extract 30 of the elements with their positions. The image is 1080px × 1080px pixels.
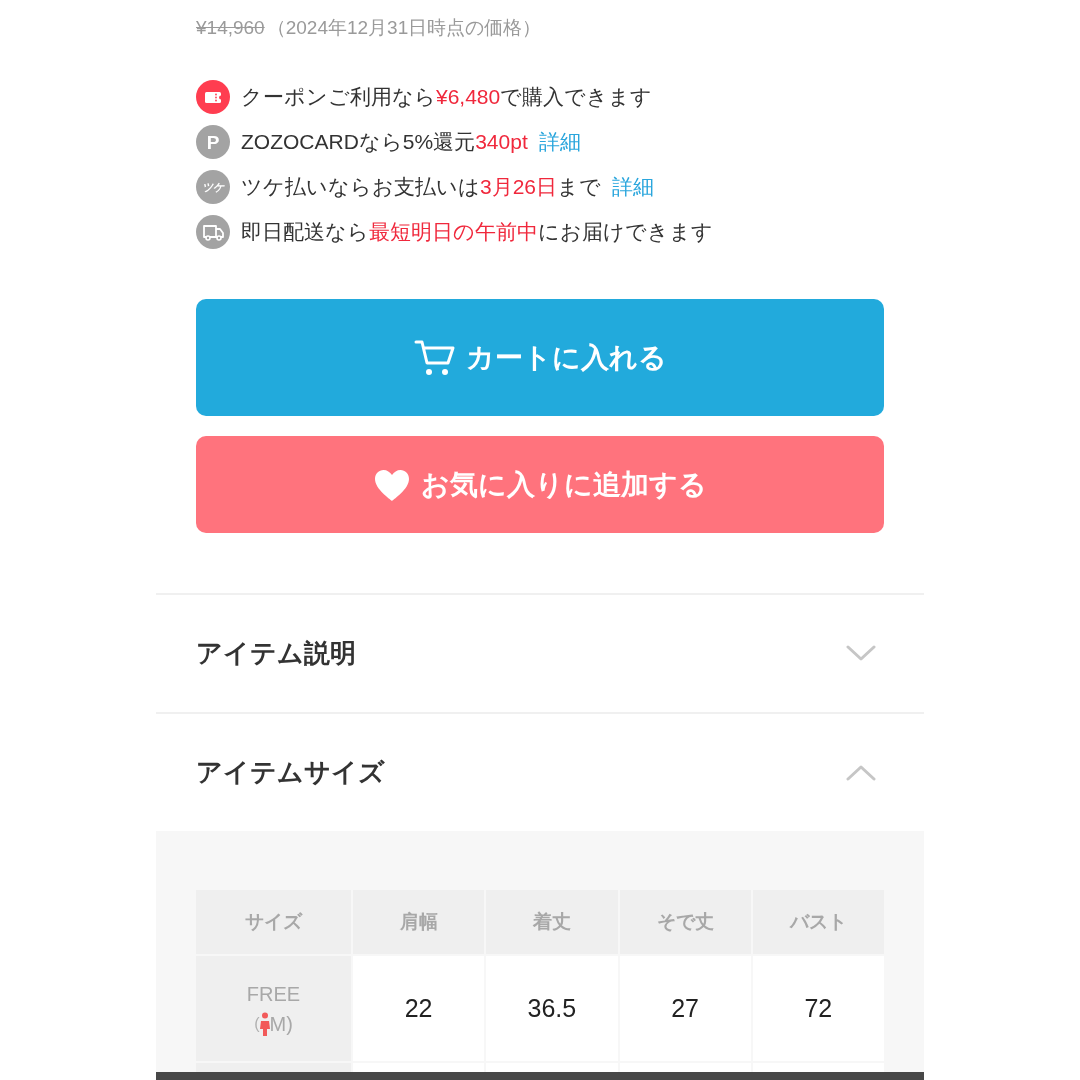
table-cell: 27 [619, 956, 751, 1061]
original-price: ¥14,960 [196, 16, 265, 40]
column-header: そで丈 [619, 890, 751, 954]
model-size-label: M) [269, 1011, 293, 1036]
table-cell: 22 [353, 956, 485, 1061]
price-date-note: （2024年12月31日時点の価格） [266, 16, 542, 40]
column-header: 着丈 [486, 890, 618, 954]
ticket-icon [196, 80, 230, 114]
add-to-favorites-button[interactable]: お気に入りに追加する [196, 436, 884, 533]
column-header: 肩幅 [353, 890, 485, 954]
heart-icon [373, 467, 411, 502]
column-header: バスト [752, 890, 884, 954]
benefit-text: クーポンご利用なら¥6,480で購入できます [241, 84, 653, 110]
detail-link[interactable]: 詳細 [538, 128, 581, 156]
point-badge: P [196, 125, 230, 159]
size-label: FREE [246, 981, 301, 1006]
truck-icon [196, 215, 230, 249]
add-to-cart-button[interactable]: カートに入れる [196, 299, 884, 416]
benefit-text: 即日配送なら最短明日の午前中にお届けできます [241, 219, 713, 245]
benefit-text: ツケ払いならお支払いは3月26日 まで [241, 174, 602, 200]
woman-figure-icon [259, 1011, 270, 1036]
cart-icon [413, 338, 456, 377]
tsuke-badge: ツケ [196, 170, 230, 204]
table-cell: 72 [752, 956, 884, 1061]
column-header: サイズ [196, 890, 351, 954]
benefit-text: ZOZOCARDなら5%還元340pt [241, 129, 528, 155]
detail-link[interactable]: 詳細 [612, 173, 655, 201]
table-cell: 36.5 [486, 956, 618, 1061]
bracket-text: ( [254, 1013, 260, 1034]
accordion-header[interactable]: アイテム説明 [156, 593, 924, 712]
